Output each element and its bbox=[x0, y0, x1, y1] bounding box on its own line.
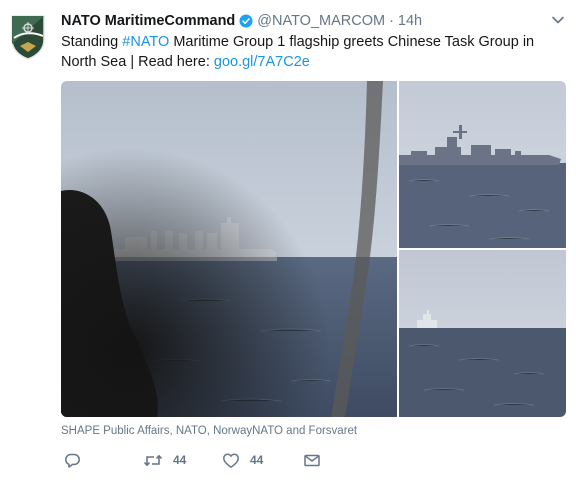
retweet-icon bbox=[143, 454, 163, 466]
reply-icon bbox=[65, 453, 80, 468]
author-name[interactable]: NATO MaritimeCommand bbox=[61, 13, 235, 29]
article-link[interactable]: goo.gl/7A7C2e bbox=[214, 54, 310, 70]
retweet-count: 44 bbox=[173, 453, 187, 467]
separator-dot: · bbox=[389, 13, 394, 29]
destroyer-photo[interactable] bbox=[399, 81, 566, 248]
reply-button[interactable] bbox=[64, 450, 81, 470]
distant-ship-photo[interactable] bbox=[399, 250, 566, 417]
retweet-button[interactable]: 44 bbox=[143, 450, 186, 470]
hashtag-link[interactable]: #NATO bbox=[122, 34, 169, 50]
like-button[interactable]: 44 bbox=[222, 450, 263, 470]
envelope-icon bbox=[304, 454, 320, 466]
tweet-header: NATO MaritimeCommand @NATO_MARCOM · 14h bbox=[61, 11, 422, 31]
heart-icon bbox=[223, 452, 239, 468]
author-handle[interactable]: @NATO_MARCOM bbox=[257, 13, 385, 29]
tweet-actions: 44 44 bbox=[61, 450, 361, 472]
photo-credits[interactable]: SHAPE Public Affairs, NATO, NorwayNATO a… bbox=[61, 425, 357, 437]
direct-message-button[interactable] bbox=[303, 450, 321, 470]
tweet-timestamp[interactable]: 14h bbox=[398, 13, 422, 29]
like-count: 44 bbox=[250, 453, 264, 467]
ship-through-window-photo[interactable] bbox=[61, 81, 397, 417]
media-grid bbox=[61, 81, 566, 417]
avatar[interactable] bbox=[10, 14, 46, 60]
chevron-down-icon[interactable] bbox=[551, 13, 565, 27]
nato-marcom-crest-icon bbox=[11, 15, 45, 60]
tweet-text-start: Standing bbox=[61, 34, 123, 50]
verified-badge-icon bbox=[239, 14, 253, 28]
tweet-text: Standing #NATO Maritime Group 1 flagship… bbox=[61, 32, 571, 72]
tweet[interactable]: NATO MaritimeCommand @NATO_MARCOM · 14h … bbox=[0, 0, 576, 480]
